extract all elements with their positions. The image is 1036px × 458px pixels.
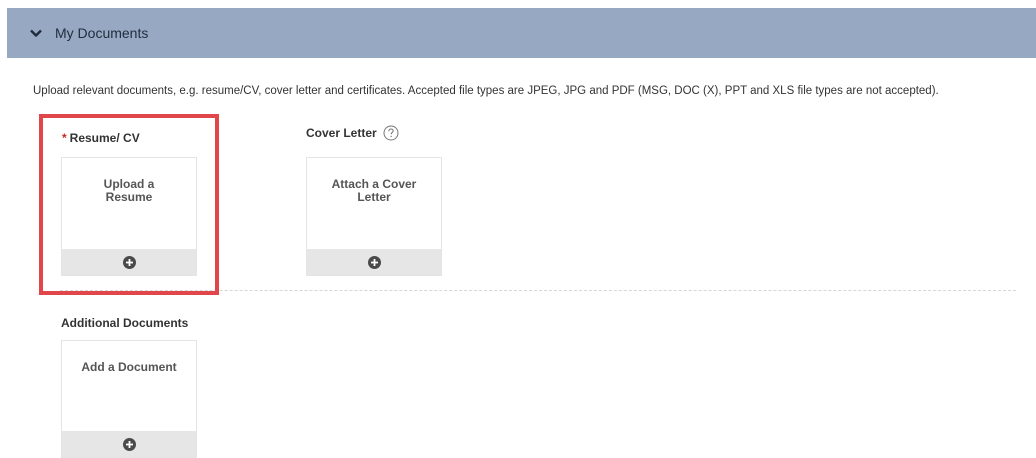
upload-resume-text: Upload a Resume (103, 177, 155, 204)
attach-cover-letter-text: Attach a Cover Letter (331, 177, 417, 204)
resume-label-group: * Resume/ CV (62, 131, 140, 145)
chevron-down-icon[interactable] (29, 26, 43, 40)
help-icon[interactable] (383, 125, 399, 141)
additional-documents-label: Additional Documents (61, 316, 189, 330)
plus-circle-icon[interactable] (367, 255, 381, 269)
attach-cover-letter-tile[interactable]: Attach a Cover Letter (306, 157, 442, 276)
section-divider (60, 290, 1016, 291)
my-documents-header[interactable]: My Documents (7, 8, 1036, 58)
plus-circle-icon[interactable] (122, 255, 136, 269)
upload-resume-add-bar[interactable] (62, 249, 196, 275)
required-indicator: * (62, 131, 67, 145)
add-document-tile[interactable]: Add a Document (61, 340, 197, 458)
add-document-add-bar[interactable] (62, 431, 196, 457)
plus-circle-icon[interactable] (122, 437, 136, 451)
add-document-text: Add a Document (81, 360, 177, 374)
upload-instructions: Upload relevant documents, e.g. resume/C… (33, 85, 939, 97)
additional-documents-label-group: Additional Documents (61, 316, 188, 330)
cover-letter-label: Cover Letter (306, 126, 377, 140)
attach-cover-letter-add-bar[interactable] (307, 249, 441, 275)
section-title: My Documents (55, 25, 149, 41)
resume-label: Resume/ CV (69, 131, 140, 145)
upload-resume-tile[interactable]: Upload a Resume (61, 157, 197, 276)
cover-letter-label-group: Cover Letter (306, 125, 399, 141)
